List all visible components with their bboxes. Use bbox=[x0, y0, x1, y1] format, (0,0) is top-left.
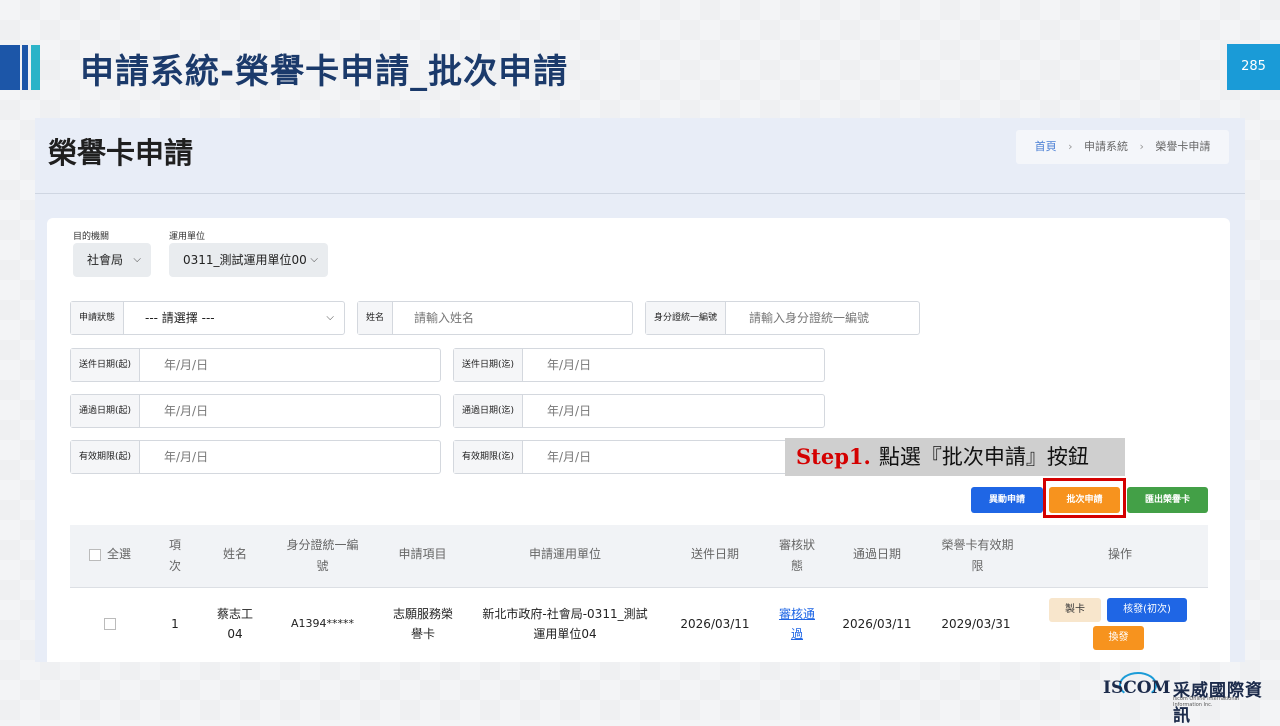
page-number: 285 bbox=[1227, 44, 1280, 90]
slide-accent-bar bbox=[22, 45, 28, 90]
row-item: 志願服務榮 譽卡 bbox=[383, 604, 463, 644]
header-submit-date: 送件日期 bbox=[690, 547, 739, 561]
row-submit-date: 2026/03/11 bbox=[680, 617, 750, 631]
approve-first-button[interactable]: 核發(初次) bbox=[1107, 598, 1187, 622]
slide-title: 申請系統-榮譽卡申請_批次申請 bbox=[80, 52, 569, 92]
header-pass-date: 通過日期 bbox=[852, 547, 901, 561]
header-unit: 申請運用單位 bbox=[528, 547, 601, 561]
header-review-line1: 審核狀 bbox=[778, 538, 815, 552]
submit-start-value: 年/月/日 bbox=[164, 358, 209, 372]
header-id-line2: 號 bbox=[316, 559, 329, 573]
page-title: 榮譽卡申請 bbox=[48, 136, 194, 170]
unit-select-value: 0311_測試運用單位00 bbox=[183, 253, 307, 267]
row-item-line2: 譽卡 bbox=[410, 627, 435, 641]
breadcrumb-current: 榮譽卡申請 bbox=[1155, 140, 1211, 153]
step-callout: Step1. 點選『批次申請』按鈕 bbox=[785, 438, 1125, 476]
row-checkbox[interactable] bbox=[104, 618, 116, 630]
row-review-line1: 審核通 bbox=[778, 607, 815, 621]
valid-start-value: 年/月/日 bbox=[164, 450, 209, 464]
breadcrumb-item[interactable]: 申請系統 bbox=[1084, 140, 1128, 153]
unit-label: 運用單位 bbox=[169, 232, 206, 242]
company-logo: ISCOM 采威國際資訊 Iscom Online International … bbox=[1103, 670, 1268, 726]
header-select-all: 全選 bbox=[106, 547, 131, 561]
row-unit-line2: 運用單位04 bbox=[533, 627, 597, 641]
row-unit-line1: 新北市政府-社會局-0311_測試 bbox=[482, 607, 648, 621]
submit-end-date[interactable]: 送件日期(迄) 年/月/日 bbox=[453, 348, 825, 382]
row-name-line2: 04 bbox=[227, 627, 243, 641]
id-field[interactable]: 身分證統一編號 請輸入身分證統一編號 bbox=[645, 301, 920, 335]
step-number: Step1. bbox=[796, 444, 871, 469]
header-name: 姓名 bbox=[222, 547, 247, 561]
export-card-button[interactable]: 匯出榮譽卡 bbox=[1127, 487, 1208, 513]
row-unit: 新北市政府-社會局-0311_測試 運用單位04 bbox=[475, 604, 655, 644]
header-index-line2: 次 bbox=[168, 559, 181, 573]
row-review-line2: 過 bbox=[790, 627, 803, 641]
pass-end-label: 通過日期(迄) bbox=[454, 395, 524, 427]
agency-select[interactable]: 社會局 ⌵ bbox=[73, 243, 151, 277]
highlight-frame bbox=[1043, 478, 1126, 518]
status-select[interactable]: 申請狀態 --- 請選擇 --- ⌵ bbox=[70, 301, 345, 335]
row-item-line1: 志願服務榮 bbox=[392, 607, 453, 621]
valid-end-label: 有效期限(迄) bbox=[454, 441, 524, 473]
submit-start-date[interactable]: 送件日期(起) 年/月/日 bbox=[70, 348, 441, 382]
header-valid-line2: 限 bbox=[971, 559, 984, 573]
step-text: 點選『批次申請』按鈕 bbox=[878, 445, 1089, 469]
pass-end-value: 年/月/日 bbox=[547, 404, 592, 418]
row-index: 1 bbox=[171, 617, 179, 631]
header-id-line1: 身分證統一編 bbox=[286, 538, 359, 552]
status-label: 申請狀態 bbox=[71, 302, 125, 334]
name-placeholder: 請輸入姓名 bbox=[414, 311, 475, 325]
header-review: 審核狀 態 bbox=[772, 535, 822, 577]
header-index: 項 次 bbox=[160, 535, 190, 577]
reissue-button[interactable]: 換發 bbox=[1093, 626, 1144, 650]
header-divider bbox=[35, 193, 1245, 194]
valid-end-value: 年/月/日 bbox=[547, 450, 592, 464]
status-value: --- 請選擇 --- bbox=[145, 311, 215, 325]
select-all-checkbox[interactable] bbox=[89, 549, 101, 561]
breadcrumb-home[interactable]: 首頁 bbox=[1035, 140, 1057, 153]
breadcrumb-separator-icon: › bbox=[1068, 140, 1073, 153]
row-valid-date: 2029/03/31 bbox=[941, 617, 1011, 631]
agency-label: 目的機關 bbox=[73, 232, 110, 242]
row-name: 蔡志工 04 bbox=[205, 604, 265, 644]
submit-start-label: 送件日期(起) bbox=[71, 349, 141, 381]
chevron-down-icon: ⌵ bbox=[326, 312, 334, 323]
valid-start-label: 有效期限(起) bbox=[71, 441, 141, 473]
slide-accent-bar bbox=[0, 45, 20, 90]
id-placeholder: 請輸入身分證統一編號 bbox=[749, 311, 870, 325]
row-pass-date: 2026/03/11 bbox=[842, 617, 912, 631]
breadcrumb-separator-icon: › bbox=[1139, 140, 1144, 153]
unit-select[interactable]: 0311_測試運用單位00 ⌵ bbox=[169, 243, 328, 277]
header-ops: 操作 bbox=[1107, 547, 1132, 561]
chevron-down-icon: ⌵ bbox=[310, 254, 318, 265]
row-name-line1: 蔡志工 bbox=[216, 607, 253, 621]
pass-start-value: 年/月/日 bbox=[164, 404, 209, 418]
breadcrumb: 首頁 › 申請系統 › 榮譽卡申請 bbox=[1016, 130, 1229, 164]
chevron-down-icon: ⌵ bbox=[133, 254, 141, 265]
header-id: 身分證統一編 號 bbox=[280, 535, 365, 577]
pass-end-date[interactable]: 通過日期(迄) 年/月/日 bbox=[453, 394, 825, 428]
agency-select-value: 社會局 bbox=[87, 253, 124, 267]
slide-accent-bar bbox=[31, 45, 40, 90]
id-label: 身分證統一編號 bbox=[646, 302, 727, 334]
pass-start-label: 通過日期(起) bbox=[71, 395, 141, 427]
pass-start-date[interactable]: 通過日期(起) 年/月/日 bbox=[70, 394, 441, 428]
valid-start-date[interactable]: 有效期限(起) 年/月/日 bbox=[70, 440, 441, 474]
header-valid: 榮譽卡有效期 限 bbox=[930, 535, 1025, 577]
submit-end-label: 送件日期(迄) bbox=[454, 349, 524, 381]
submit-end-value: 年/月/日 bbox=[547, 358, 592, 372]
row-review-status-link[interactable]: 審核通 過 bbox=[772, 604, 822, 644]
name-label: 姓名 bbox=[358, 302, 394, 334]
header-index-line1: 項 bbox=[168, 538, 181, 552]
change-apply-button[interactable]: 異動申請 bbox=[971, 487, 1043, 513]
logo-brand: ISCOM bbox=[1103, 678, 1171, 698]
row-id: A1394***** bbox=[290, 617, 355, 630]
name-field[interactable]: 姓名 請輸入姓名 bbox=[357, 301, 633, 335]
header-valid-line1: 榮譽卡有效期 bbox=[941, 538, 1014, 552]
header-item: 申請項目 bbox=[398, 547, 447, 561]
header-review-line2: 態 bbox=[790, 559, 803, 573]
make-card-button[interactable]: 製卡 bbox=[1049, 598, 1101, 622]
valid-end-date[interactable]: 有效期限(迄) 年/月/日 bbox=[453, 440, 825, 474]
logo-brand-en: Iscom Online International Information I… bbox=[1173, 696, 1239, 708]
